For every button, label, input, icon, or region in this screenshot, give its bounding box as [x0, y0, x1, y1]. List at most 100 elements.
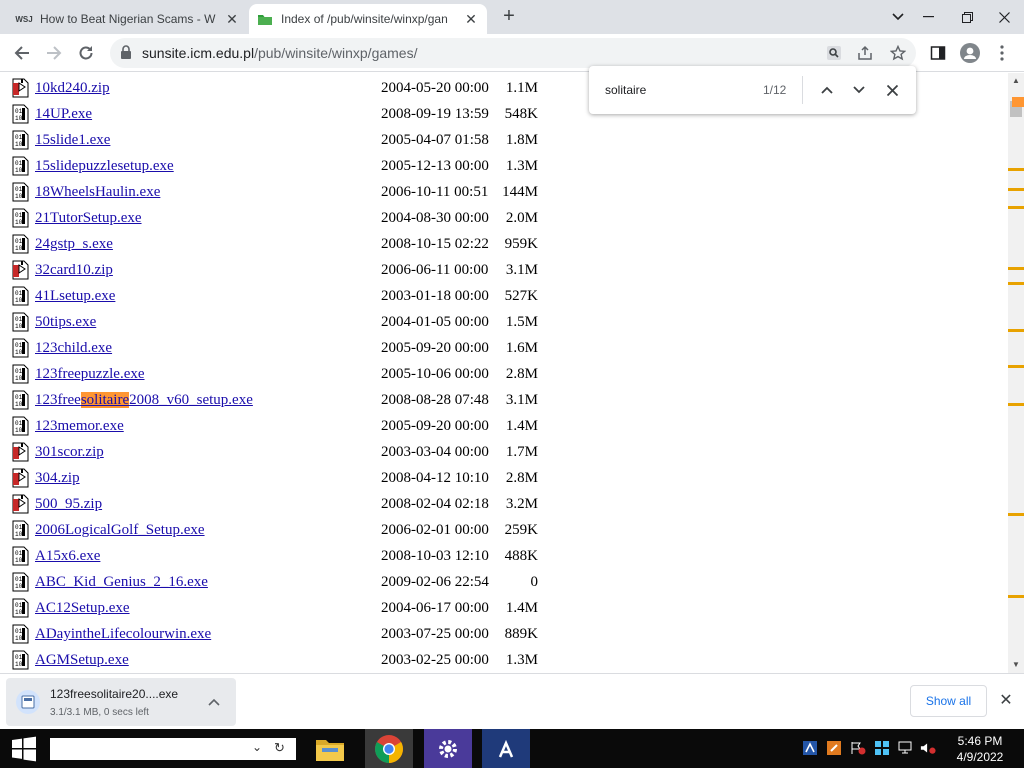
file-date: 2008-10-03 12:10	[381, 548, 489, 564]
windows-start-icon[interactable]	[0, 729, 48, 768]
file-link[interactable]: 123freesolitaire2008_v60_setup.exe	[35, 392, 253, 409]
file-link[interactable]: 21TutorSetup.exe	[35, 210, 142, 227]
file-link[interactable]: AGMSetup.exe	[35, 652, 129, 669]
file-link[interactable]: 123freepuzzle.exe	[35, 366, 145, 383]
menu-kebab-icon[interactable]	[988, 39, 1016, 67]
tab-nigerian-scams[interactable]: WSJ How to Beat Nigerian Scams - W ✕	[8, 4, 248, 34]
file-row: 01 10 15slide1.exe 2005-04-07 01:58 1.8M	[0, 127, 1008, 153]
tab-strip: WSJ How to Beat Nigerian Scams - W ✕ Ind…	[0, 0, 1024, 34]
binary-file-icon: 01 10	[11, 546, 31, 566]
file-link[interactable]: 14UP.exe	[35, 106, 92, 123]
svg-text:01: 01	[15, 524, 23, 531]
file-row: 01 10 2006LogicalGolf_Setup.exe 2006-02-01 …	[0, 517, 1008, 543]
file-row: 01 10 123memor.exe 2005-09-20 00:00 1.4M	[0, 413, 1008, 439]
tab-title: How to Beat Nigerian Scams - W	[40, 12, 216, 26]
file-link[interactable]: 304.zip	[35, 470, 80, 487]
system-clock[interactable]: 5:46 PM 4/9/2022	[950, 733, 1010, 765]
dropdown-arrow-icon[interactable]: ⌄	[252, 740, 262, 754]
file-explorer-icon[interactable]	[306, 729, 354, 768]
close-tab-icon[interactable]: ✕	[224, 11, 240, 27]
file-link[interactable]: 301scor.zip	[35, 444, 104, 461]
file-link[interactable]: A15x6.exe	[35, 548, 100, 565]
find-input[interactable]: solitaire	[605, 83, 646, 97]
minimize-button[interactable]	[910, 0, 946, 34]
binary-file-icon: 01 10	[11, 416, 31, 436]
wsj-favicon-icon: WSJ	[15, 14, 33, 24]
file-link[interactable]: ADayintheLifecolourwin.exe	[35, 626, 211, 643]
svg-text:01: 01	[15, 290, 23, 297]
binary-file-icon: 01 10	[11, 598, 31, 618]
file-size: 1.8M	[505, 132, 538, 148]
file-link[interactable]: 50tips.exe	[35, 314, 96, 331]
file-link[interactable]: 41Lsetup.exe	[35, 288, 115, 305]
file-row: 01 10 24gstp_s.exe 2008-10-15 02:22 959K	[0, 231, 1008, 257]
binary-file-icon: 01 10	[11, 130, 31, 150]
scroll-up-arrow-icon[interactable]: ▲	[1008, 73, 1024, 89]
lock-icon[interactable]	[120, 45, 132, 61]
file-link[interactable]: 10kd240.zip	[35, 80, 110, 97]
file-link[interactable]: 123memor.exe	[35, 418, 124, 435]
bookmark-star-icon[interactable]	[886, 42, 910, 64]
find-result-marker	[1008, 595, 1024, 598]
file-link[interactable]: 18WheelsHaulin.exe	[35, 184, 160, 201]
file-link[interactable]: 24gstp_s.exe	[35, 236, 113, 253]
share-icon[interactable]	[853, 42, 877, 64]
file-link[interactable]: 32card10.zip	[35, 262, 113, 279]
chevron-up-icon[interactable]	[204, 692, 224, 712]
refresh-icon[interactable]: ↻	[274, 740, 285, 756]
app-blue-icon[interactable]	[482, 729, 530, 768]
file-link[interactable]: 15slide1.exe	[35, 132, 110, 149]
forward-button[interactable]	[40, 39, 68, 67]
file-size: 2.0M	[505, 210, 538, 226]
find-previous-button[interactable]	[815, 78, 839, 102]
new-tab-button[interactable]: +	[498, 6, 520, 28]
page-scrollbar[interactable]: ▲ ▼	[1008, 73, 1024, 673]
restore-button[interactable]	[949, 0, 985, 34]
side-panel-icon[interactable]	[924, 39, 952, 67]
close-shelf-icon[interactable]: ✕	[994, 689, 1018, 713]
file-size: 3.2M	[505, 496, 538, 512]
file-link[interactable]: ABC_Kid_Genius_2_16.exe	[35, 574, 208, 591]
find-next-button[interactable]	[847, 78, 871, 102]
volume-muted-icon[interactable]	[920, 739, 936, 757]
taskbar-search-box[interactable]: ⌄ ↻	[50, 738, 296, 760]
close-tab-icon[interactable]: ✕	[463, 11, 479, 27]
reload-button[interactable]	[72, 39, 100, 67]
address-bar[interactable]: sunsite.icm.edu.pl/pub/winsite/winxp/gam…	[110, 38, 916, 68]
chrome-icon[interactable]	[365, 729, 413, 768]
url-text[interactable]: sunsite.icm.edu.pl/pub/winsite/winxp/gam…	[142, 45, 417, 61]
file-date: 2006-10-11 00:51	[381, 184, 489, 200]
show-all-button[interactable]: Show all	[910, 685, 987, 717]
file-link[interactable]: AC12Setup.exe	[35, 600, 130, 617]
tab-index-games[interactable]: Index of /pub/winsite/winxp/gan ✕	[249, 4, 487, 34]
svg-text:01: 01	[15, 134, 23, 141]
svg-text:10: 10	[15, 115, 23, 122]
close-window-button[interactable]	[986, 0, 1022, 34]
file-row: 01 10 123child.exe 2005-09-20 00:00 1.6M	[0, 335, 1008, 361]
file-size: 488K	[504, 548, 538, 564]
file-link[interactable]: 2006LogicalGolf_Setup.exe	[35, 522, 205, 539]
find-result-marker	[1008, 188, 1024, 191]
tray-app-blue-icon[interactable]	[802, 739, 818, 757]
file-link[interactable]: 15slidepuzzlesetup.exe	[35, 158, 174, 175]
find-close-button[interactable]	[880, 78, 904, 102]
find-in-page-icon[interactable]	[822, 42, 846, 64]
find-result-marker	[1008, 282, 1024, 285]
file-row: 01 10 18WheelsHaulin.exe 2006-10-11 00:51 14…	[0, 179, 1008, 205]
tray-app-orange-icon[interactable]	[826, 739, 842, 757]
back-button[interactable]	[8, 39, 36, 67]
action-center-flag-icon[interactable]	[850, 739, 866, 757]
file-row: 01 10 ABC_Kid_Genius_2_16.exe 2009-02-06 22…	[0, 569, 1008, 595]
profile-avatar-icon[interactable]	[956, 39, 984, 67]
download-item[interactable]: 123freesolitaire20....exe 3.1/3.1 MB, 0 …	[6, 678, 236, 726]
network-icon[interactable]	[898, 739, 914, 757]
file-link[interactable]: 500_95.zip	[35, 496, 102, 513]
file-size: 1.5M	[505, 314, 538, 330]
file-link[interactable]: 123child.exe	[35, 340, 112, 357]
svg-text:10: 10	[15, 167, 23, 174]
file-row: 01 10 41Lsetup.exe 2003-01-18 00:00 527K	[0, 283, 1008, 309]
tray-grid-icon[interactable]	[874, 739, 890, 757]
scroll-down-arrow-icon[interactable]: ▼	[1008, 657, 1024, 673]
settings-gear-icon[interactable]	[424, 729, 472, 768]
taskbar: ⌄ ↻ 5:46 PM 4/9/2022	[0, 729, 1024, 768]
